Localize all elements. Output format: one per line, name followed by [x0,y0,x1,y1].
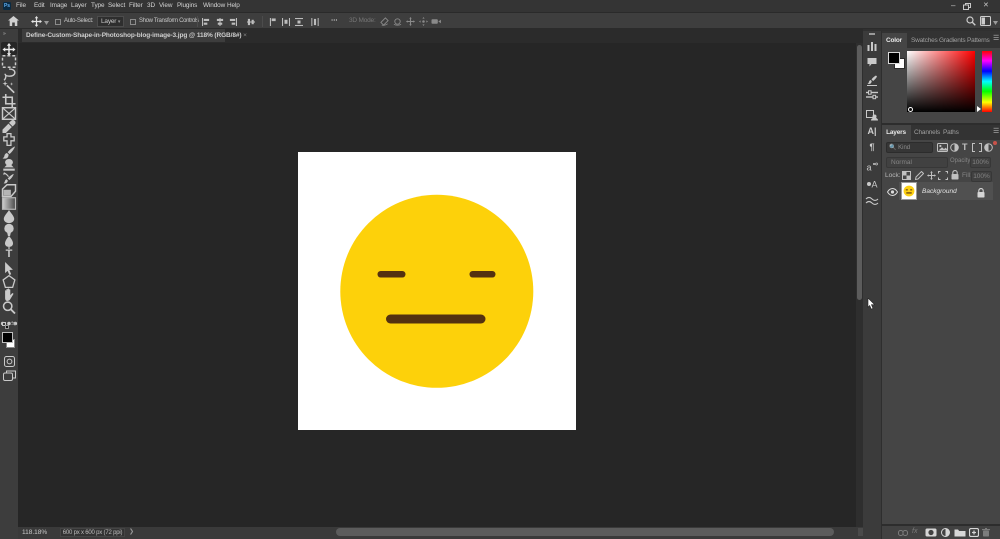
svg-text:a: a [867,163,872,173]
svg-text:A: A [872,180,878,190]
